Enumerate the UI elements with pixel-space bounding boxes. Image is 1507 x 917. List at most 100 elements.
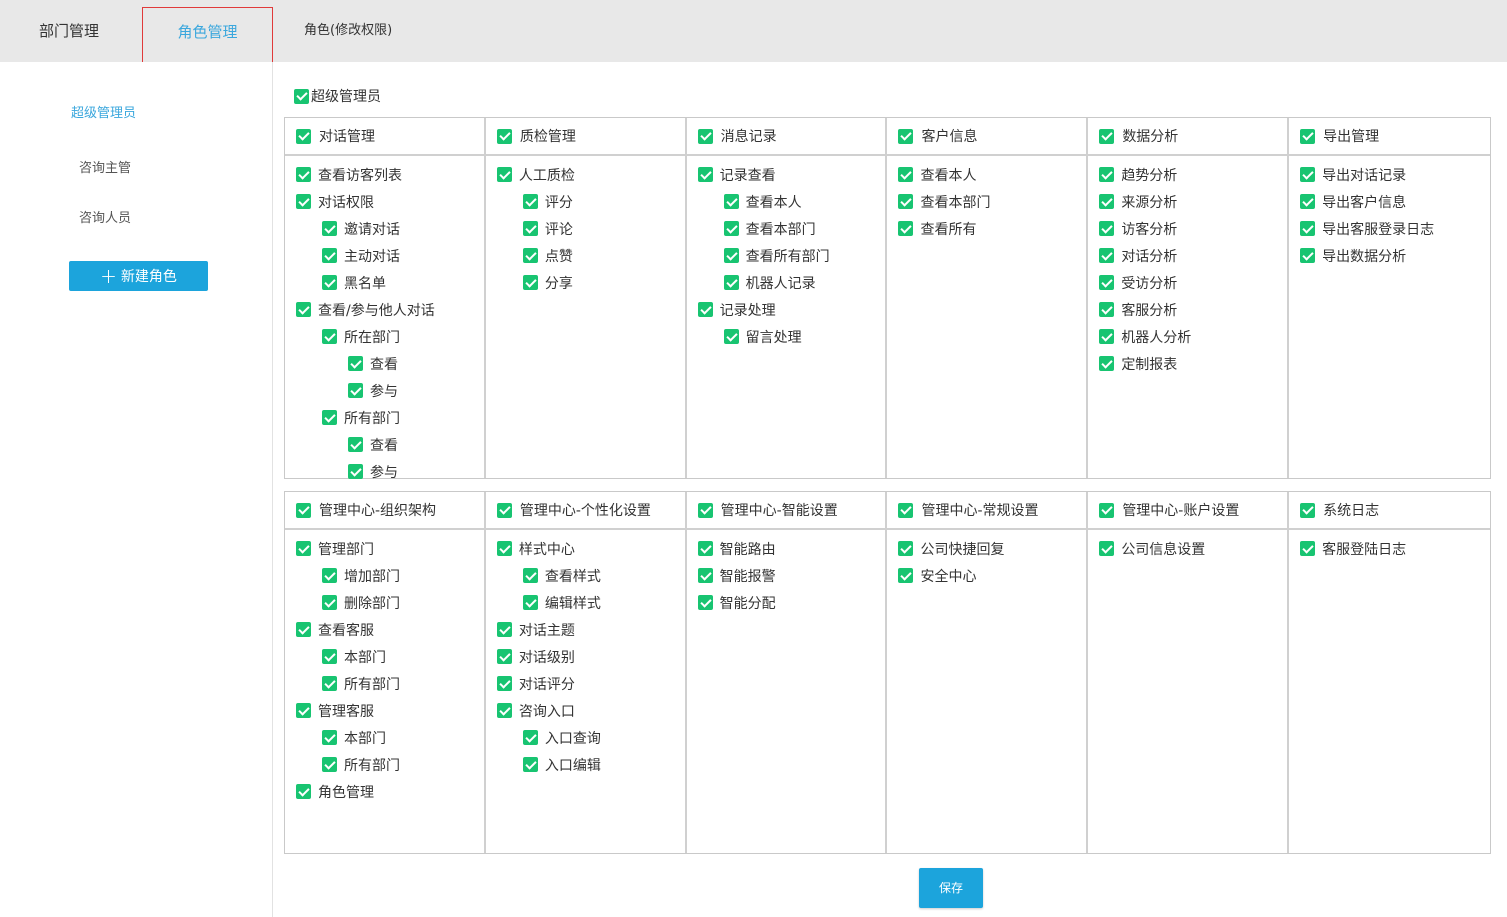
- permission-checkbox[interactable]: [348, 356, 363, 371]
- permission-checkbox[interactable]: [296, 194, 311, 209]
- permission-label: 导出客户信息: [1322, 194, 1407, 211]
- permission-checkbox[interactable]: [522, 757, 538, 772]
- permission-label: 导出数据分析: [1322, 248, 1407, 265]
- permission-checkbox[interactable]: [296, 302, 311, 317]
- permission-label: 安全中心: [920, 568, 977, 585]
- permission-checkbox[interactable]: [898, 221, 914, 236]
- permission-checkbox[interactable]: [723, 275, 739, 290]
- permission-checkbox[interactable]: [898, 167, 914, 182]
- permission-checkbox[interactable]: [1099, 194, 1115, 209]
- permission-checkbox[interactable]: [322, 676, 337, 691]
- permission-checkbox[interactable]: [322, 221, 337, 236]
- permission-checkbox[interactable]: [522, 275, 538, 290]
- new-role-button[interactable]: + 新建角色: [69, 261, 208, 291]
- group-checkbox[interactable]: [496, 502, 512, 518]
- permission-checkbox[interactable]: [1300, 194, 1316, 209]
- permission-checkbox[interactable]: [1099, 275, 1115, 290]
- permission-checkbox[interactable]: [496, 676, 512, 691]
- permission-checkbox[interactable]: [1300, 167, 1316, 182]
- super-admin-checkbox[interactable]: [294, 88, 309, 104]
- permission-checkbox[interactable]: [1099, 248, 1115, 263]
- permission-checkbox[interactable]: [522, 248, 538, 263]
- permission-checkbox[interactable]: [348, 383, 363, 398]
- permission-checkbox[interactable]: [723, 248, 739, 263]
- tab-role-edit-permissions[interactable]: 角色(修改权限): [304, 0, 392, 62]
- group-checkbox[interactable]: [296, 502, 311, 518]
- permission-label: 公司快捷回复: [920, 541, 1005, 558]
- permission-checkbox[interactable]: [723, 221, 739, 236]
- group-checkbox[interactable]: [1099, 502, 1115, 518]
- role-item-consult-supervisor[interactable]: 咨询主管: [79, 157, 131, 176]
- permission-checkbox[interactable]: [1099, 356, 1115, 371]
- permission-checkbox[interactable]: [296, 167, 311, 182]
- permission-checkbox[interactable]: [1300, 221, 1316, 236]
- group-checkbox[interactable]: [496, 128, 512, 144]
- permission-column: 导出管理 导出对话记录 导出客户信息 导出客服登录日志 导出数据分析: [1289, 118, 1490, 478]
- permission-checkbox[interactable]: [723, 194, 739, 209]
- permission-checkbox[interactable]: [898, 568, 914, 583]
- permission-checkbox[interactable]: [1099, 167, 1115, 182]
- permission-checkbox[interactable]: [697, 302, 713, 317]
- group-checkbox[interactable]: [898, 128, 914, 144]
- permission-checkbox[interactable]: [1099, 541, 1115, 556]
- permission-checkbox[interactable]: [697, 167, 713, 182]
- permission-checkbox[interactable]: [522, 194, 538, 209]
- save-button[interactable]: 保存: [919, 868, 983, 908]
- permission-list: 智能路由 智能报警 智能分配: [687, 530, 886, 616]
- permission-checkbox[interactable]: [322, 410, 337, 425]
- group-checkbox[interactable]: [1300, 128, 1316, 144]
- permission-checkbox[interactable]: [522, 568, 538, 583]
- permission-checkbox[interactable]: [522, 595, 538, 610]
- permission-checkbox[interactable]: [296, 622, 311, 637]
- permission-label: 管理客服: [318, 703, 374, 720]
- group-label: 数据分析: [1122, 129, 1179, 145]
- permission-checkbox[interactable]: [496, 703, 512, 718]
- permission-checkbox[interactable]: [296, 703, 311, 718]
- permission-checkbox[interactable]: [522, 730, 538, 745]
- permission-checkbox[interactable]: [723, 329, 739, 344]
- permission-checkbox[interactable]: [1099, 329, 1115, 344]
- permission-label: 查看: [370, 356, 398, 373]
- group-label: 质检管理: [519, 129, 576, 145]
- permission-checkbox[interactable]: [1099, 302, 1115, 317]
- permission-checkbox[interactable]: [522, 221, 538, 236]
- tab-department-management[interactable]: 部门管理: [39, 0, 99, 62]
- group-checkbox[interactable]: [697, 128, 713, 144]
- permission-checkbox[interactable]: [348, 437, 363, 452]
- permission-checkbox[interactable]: [496, 167, 512, 182]
- permission-checkbox[interactable]: [322, 568, 337, 583]
- group-checkbox[interactable]: [296, 128, 311, 144]
- permission-checkbox[interactable]: [697, 541, 713, 556]
- permission-checkbox[interactable]: [322, 730, 337, 745]
- permission-checkbox[interactable]: [322, 275, 337, 290]
- permission-checkbox[interactable]: [322, 649, 337, 664]
- permission-checkbox[interactable]: [496, 649, 512, 664]
- permission-checkbox[interactable]: [697, 595, 713, 610]
- permission-label: 机器人分析: [1121, 329, 1192, 346]
- super-admin-label: 超级管理员: [311, 89, 381, 105]
- permission-checkbox[interactable]: [322, 248, 337, 263]
- permission-checkbox[interactable]: [296, 541, 311, 556]
- permission-checkbox[interactable]: [322, 595, 337, 610]
- permission-panel-1: 对话管理 查看访客列表 对话权限 邀请对话 主动对话 黑名单 查看/参与他人对话 所在部门 查看…: [284, 117, 1491, 481]
- permission-checkbox[interactable]: [322, 329, 337, 344]
- permission-checkbox[interactable]: [496, 622, 512, 637]
- tab-role-management[interactable]: 角色管理: [139, 7, 273, 64]
- permission-checkbox[interactable]: [697, 568, 713, 583]
- role-item-super-admin[interactable]: 超级管理员: [71, 102, 136, 121]
- permission-checkbox[interactable]: [1300, 248, 1316, 263]
- permission-item: 智能分配: [687, 589, 886, 616]
- permission-checkbox[interactable]: [1099, 221, 1115, 236]
- permission-checkbox[interactable]: [898, 194, 914, 209]
- permission-checkbox[interactable]: [348, 464, 363, 479]
- group-checkbox[interactable]: [1099, 128, 1115, 144]
- permission-checkbox[interactable]: [296, 784, 311, 799]
- group-checkbox[interactable]: [1300, 502, 1316, 518]
- permission-checkbox[interactable]: [1300, 541, 1316, 556]
- group-checkbox[interactable]: [697, 502, 713, 518]
- role-item-consultant[interactable]: 咨询人员: [79, 207, 131, 226]
- permission-checkbox[interactable]: [496, 541, 512, 556]
- permission-checkbox[interactable]: [898, 541, 914, 556]
- permission-checkbox[interactable]: [322, 757, 337, 772]
- group-checkbox[interactable]: [898, 502, 914, 518]
